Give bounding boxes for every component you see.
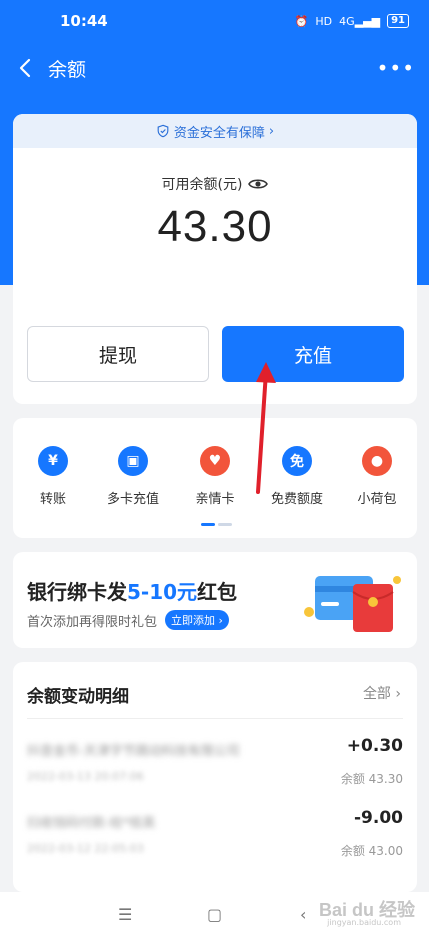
transaction-time: 2022-03-12 22:05:03	[27, 842, 144, 855]
view-all-link[interactable]: 全部 ›	[363, 683, 401, 703]
balance-label: 可用余额(元)	[161, 177, 243, 193]
safety-text: 资金安全有保障	[173, 125, 265, 141]
hd-icon: HD	[315, 14, 333, 28]
balance-details: 余额变动明细 全部 › 抖音金币-天津字节跳动科技有限公司 2022-03-13…	[13, 662, 417, 892]
status-icons: ⏰ HD 4G▂▄▆ 91	[295, 14, 409, 28]
transaction-name: 扫收钱码付款-给*桂英	[27, 816, 156, 830]
quick-actions: ¥ 转账 ▣ 多卡充值 ♥ 亲情卡 免 免费额度 ● 小荷包	[13, 418, 417, 538]
transaction-row[interactable]: 扫收钱码付款-给*桂英 2022-03-12 22:05:03 -9.00 余额…	[27, 806, 403, 866]
shield-icon	[157, 124, 169, 138]
divider	[27, 718, 403, 719]
yuan-transfer-icon: ¥	[38, 446, 68, 476]
signal-icon: 4G▂▄▆	[339, 14, 381, 28]
menu-icon[interactable]: ☰	[118, 905, 132, 924]
quick-item-purse[interactable]: ● 小荷包	[341, 446, 413, 507]
balance-amount: 43.30	[157, 202, 273, 251]
transaction-balance: 余额 43.30	[340, 772, 403, 786]
quick-item-label: 亲情卡	[195, 492, 235, 507]
nav-bar: 余额 •••	[0, 46, 429, 90]
battery-icon: 91	[387, 14, 409, 28]
status-bar: 10:44 ⏰ HD 4G▂▄▆ 91	[0, 0, 429, 42]
quick-item-family-card[interactable]: ♥ 亲情卡	[179, 446, 251, 507]
back-icon[interactable]	[14, 56, 38, 80]
bank-card-illustration	[304, 576, 401, 632]
chevron-right-icon: ›	[268, 123, 275, 139]
promo-subtitle: 首次添加再得限时礼包	[27, 614, 158, 630]
purse-icon: ●	[362, 446, 392, 476]
back-nav-icon[interactable]: ‹	[300, 905, 306, 924]
quick-item-transfer[interactable]: ¥ 转账	[17, 446, 89, 507]
status-time: 10:44	[60, 12, 108, 30]
page-title: 余额	[48, 59, 87, 81]
transaction-amount: -9.00	[354, 808, 403, 828]
add-now-button[interactable]: 立即添加 ›	[165, 610, 229, 630]
promo-banner[interactable]: 银行绑卡发5-10元红包 首次添加再得限时礼包 立即添加 ›	[13, 552, 417, 648]
home-icon[interactable]: ▢	[207, 905, 222, 924]
balance-card: 资金安全有保障 › 可用余额(元) 43.30 提现 充值	[13, 114, 417, 404]
page-dot	[218, 523, 232, 526]
transaction-name: 抖音金币-天津字节跳动科技有限公司	[27, 744, 240, 758]
quick-item-label: 小荷包	[357, 492, 397, 507]
page-dot-active	[201, 523, 215, 526]
balance-label-row: 可用余额(元)	[13, 174, 417, 194]
eye-icon[interactable]	[248, 177, 269, 191]
transaction-balance: 余额 43.00	[340, 844, 403, 858]
quick-item-label: 免费额度	[270, 492, 323, 507]
alarm-icon: ⏰	[294, 14, 309, 28]
transaction-time: 2022-03-13 20:07:06	[27, 770, 144, 783]
promo-title: 银行绑卡发5-10元红包	[27, 580, 238, 604]
page-indicator	[201, 523, 232, 526]
transaction-amount: +0.30	[346, 736, 403, 756]
heart-icon: ♥	[200, 446, 230, 476]
quick-item-label: 转账	[39, 492, 66, 507]
more-icon[interactable]: •••	[377, 58, 415, 78]
transaction-row[interactable]: 抖音金币-天津字节跳动科技有限公司 2022-03-13 20:07:06 +0…	[27, 734, 403, 794]
quick-item-free-quota[interactable]: 免 免费额度	[261, 446, 333, 507]
chevron-right-icon: ›	[395, 686, 401, 702]
quick-item-multi-card[interactable]: ▣ 多卡充值	[97, 446, 169, 507]
recharge-button[interactable]: 充值	[222, 326, 404, 382]
safety-banner[interactable]: 资金安全有保障 ›	[13, 114, 417, 148]
withdraw-button[interactable]: 提现	[27, 326, 209, 382]
quick-item-label: 多卡充值	[106, 492, 159, 507]
watermark-url: jingyan.baidu.com	[327, 918, 401, 927]
free-quota-icon: 免	[282, 446, 312, 476]
promo-subtitle-row: 首次添加再得限时礼包 立即添加 ›	[27, 610, 229, 630]
details-title: 余额变动明细	[27, 687, 129, 707]
wallet-icon: ▣	[118, 446, 148, 476]
